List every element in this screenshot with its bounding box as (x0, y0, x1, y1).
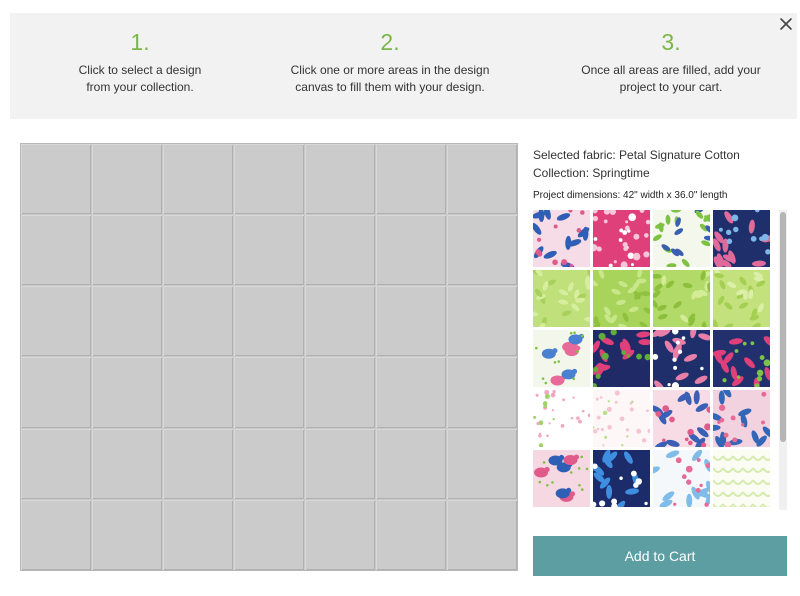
canvas-cell[interactable] (376, 286, 446, 357)
fabric-swatch[interactable] (593, 210, 650, 267)
canvas-cell[interactable] (234, 144, 304, 215)
collection-name: Collection: Springtime (533, 166, 650, 180)
canvas-cell[interactable] (92, 286, 162, 357)
design-canvas[interactable] (20, 143, 518, 571)
step-number: 1. (130, 29, 150, 55)
fabric-info: Selected fabric: Petal Signature Cotton … (533, 146, 793, 204)
canvas-cell[interactable] (234, 499, 304, 570)
fabric-swatch[interactable] (653, 390, 710, 447)
fabric-swatch[interactable] (533, 390, 590, 447)
step-number: 3. (661, 29, 681, 55)
canvas-cell[interactable] (163, 144, 233, 215)
canvas-cell[interactable] (92, 499, 162, 570)
fabric-swatch[interactable] (593, 390, 650, 447)
fabric-swatch[interactable] (533, 330, 590, 387)
canvas-cell[interactable] (21, 286, 91, 357)
selected-fabric: Selected fabric: Petal Signature Cotton (533, 148, 740, 162)
canvas-cell[interactable] (163, 286, 233, 357)
canvas-cell[interactable] (21, 144, 91, 215)
canvas-cell[interactable] (305, 144, 375, 215)
step-number: 2. (380, 29, 400, 55)
canvas-cell[interactable] (163, 499, 233, 570)
canvas-cell[interactable] (163, 215, 233, 286)
canvas-cell[interactable] (163, 428, 233, 499)
fabric-swatch[interactable] (533, 450, 590, 507)
canvas-cell[interactable] (21, 428, 91, 499)
canvas-cell[interactable] (234, 428, 304, 499)
step-text: Click one or more areas in the design ca… (290, 63, 490, 94)
fabric-swatch[interactable] (593, 270, 650, 327)
canvas-cell[interactable] (447, 215, 517, 286)
canvas-cell[interactable] (234, 215, 304, 286)
scrollbar-thumb[interactable] (780, 212, 786, 442)
canvas-cell[interactable] (305, 357, 375, 428)
canvas-cell[interactable] (92, 357, 162, 428)
canvas-cell[interactable] (21, 215, 91, 286)
swatch-scrollbar[interactable] (779, 210, 787, 510)
canvas-cell[interactable] (305, 428, 375, 499)
fabric-swatch[interactable] (713, 390, 770, 447)
canvas-cell[interactable] (305, 286, 375, 357)
canvas-cell[interactable] (447, 357, 517, 428)
step-3: 3. Once all areas are filled, add your p… (541, 27, 800, 96)
canvas-cell[interactable] (376, 357, 446, 428)
canvas-cell[interactable] (376, 144, 446, 215)
close-icon[interactable] (777, 15, 795, 33)
step-1: 1. Click to select a design from your co… (10, 27, 270, 96)
canvas-cell[interactable] (92, 215, 162, 286)
canvas-cell[interactable] (234, 357, 304, 428)
fabric-swatch[interactable] (713, 270, 770, 327)
fabric-swatch[interactable] (533, 270, 590, 327)
canvas-cell[interactable] (92, 428, 162, 499)
fabric-swatch[interactable] (713, 330, 770, 387)
swatch-panel[interactable] (533, 210, 787, 510)
swatch-grid (533, 210, 787, 507)
step-text: Once all areas are filled, add your proj… (581, 63, 761, 94)
canvas-cell[interactable] (376, 428, 446, 499)
fabric-swatch[interactable] (713, 450, 770, 507)
canvas-cell[interactable] (447, 428, 517, 499)
fabric-swatch[interactable] (533, 210, 590, 267)
fabric-swatch[interactable] (653, 330, 710, 387)
canvas-cell[interactable] (92, 144, 162, 215)
fabric-swatch[interactable] (653, 210, 710, 267)
canvas-cell[interactable] (234, 286, 304, 357)
step-text: Click to select a design from your colle… (78, 63, 202, 94)
fabric-swatch[interactable] (653, 270, 710, 327)
canvas-cell[interactable] (305, 215, 375, 286)
canvas-cell[interactable] (163, 357, 233, 428)
canvas-cell[interactable] (305, 499, 375, 570)
canvas-cell[interactable] (21, 357, 91, 428)
project-dimensions: Project dimensions: 42" width x 36.0" le… (533, 190, 728, 201)
fabric-swatch[interactable] (653, 450, 710, 507)
canvas-cell[interactable] (447, 286, 517, 357)
step-2: 2. Click one or more areas in the design… (260, 27, 520, 96)
canvas-cell[interactable] (376, 215, 446, 286)
fabric-swatch[interactable] (593, 330, 650, 387)
fabric-swatch[interactable] (713, 210, 770, 267)
canvas-cell[interactable] (21, 499, 91, 570)
instructions-bar: 1. Click to select a design from your co… (10, 13, 797, 119)
canvas-cell[interactable] (447, 499, 517, 570)
fabric-swatch[interactable] (593, 450, 650, 507)
canvas-cell[interactable] (376, 499, 446, 570)
add-to-cart-button[interactable]: Add to Cart (533, 536, 787, 576)
canvas-cell[interactable] (447, 144, 517, 215)
